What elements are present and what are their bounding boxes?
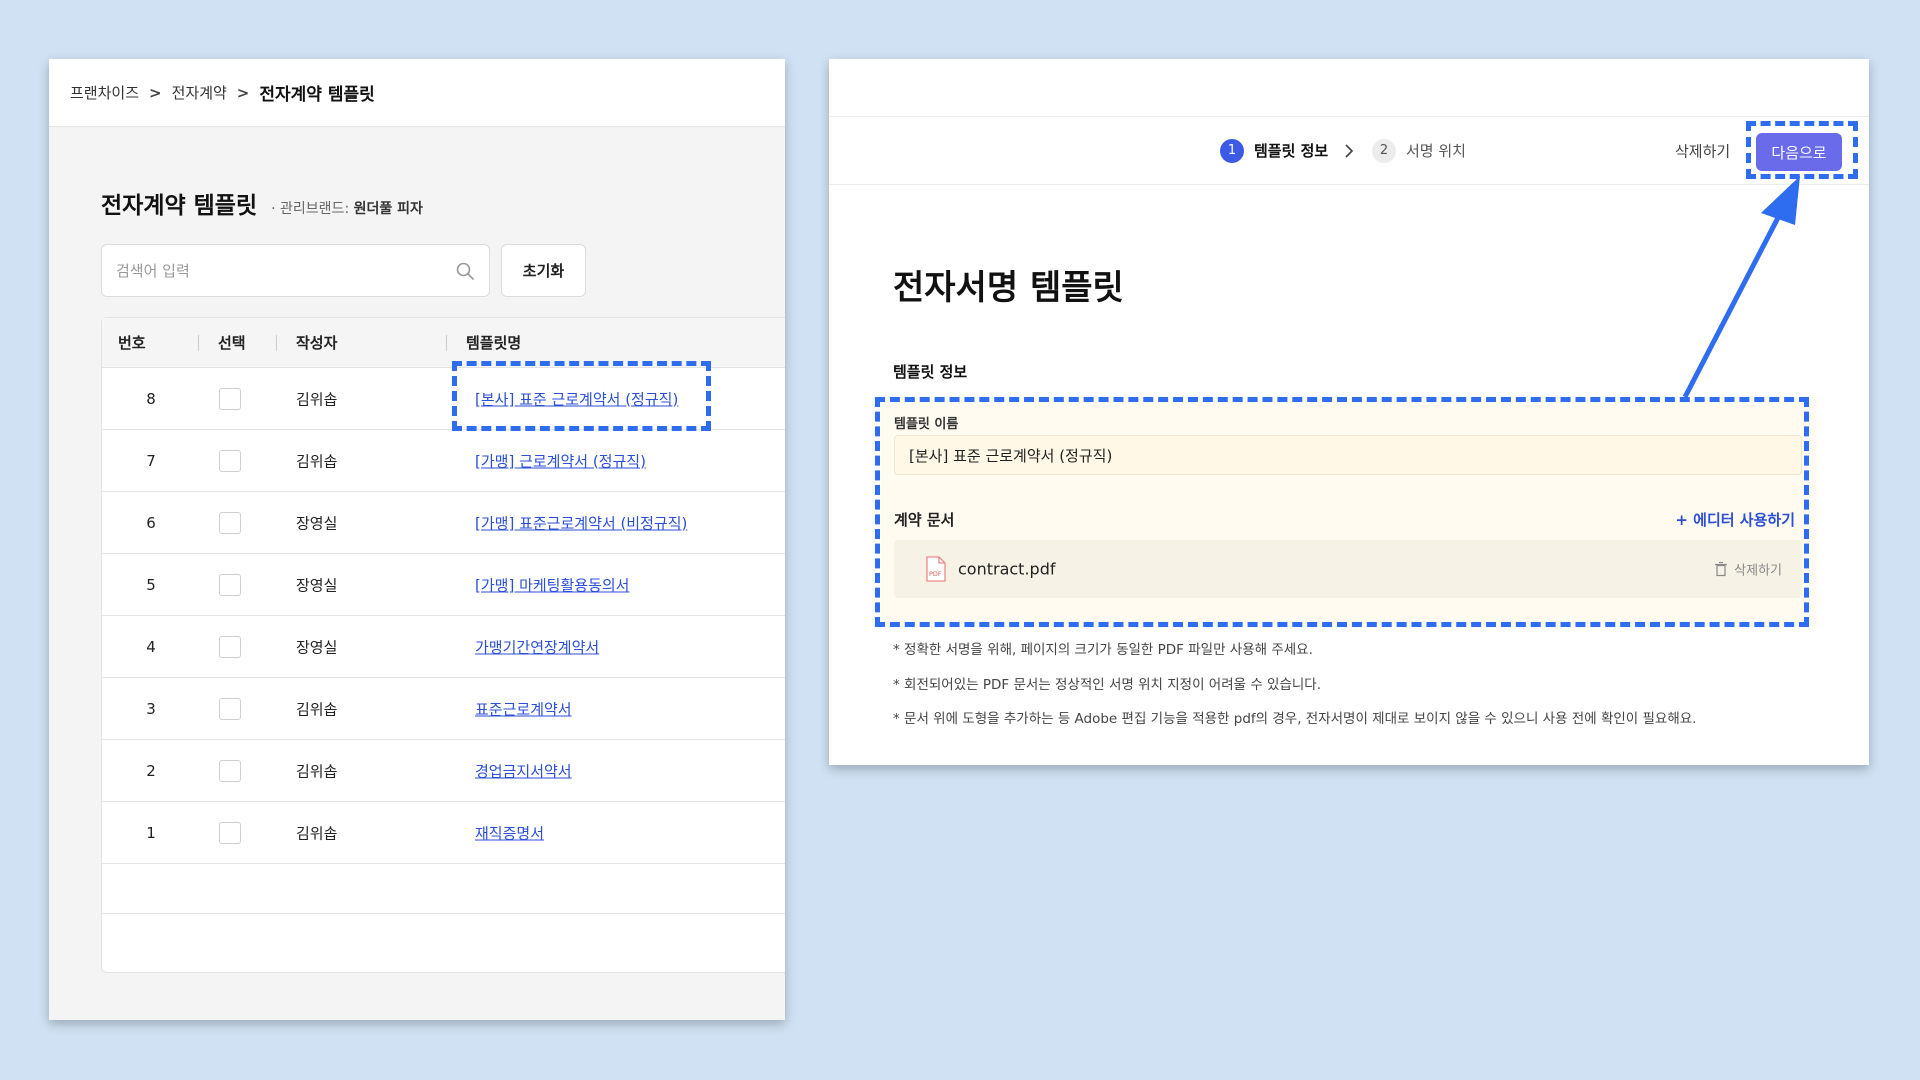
template-table: 번호 선택 작성자 템플릿명 8 김위솝 [본사] 표준 근로계약서 (정규직)… [101, 317, 785, 973]
step-number: 1 [1220, 138, 1244, 163]
search-input[interactable] [116, 261, 455, 280]
step-label: 템플릿 정보 [1254, 142, 1329, 160]
row-author: 장영실 [296, 638, 338, 656]
row-author: 장영실 [296, 576, 338, 594]
row-number: 3 [146, 699, 156, 718]
row-checkbox[interactable] [219, 573, 241, 596]
row-template-link[interactable]: 표준근로계약서 [475, 698, 572, 719]
row-template-link[interactable]: [가맹] 표준근로계약서 (비정규직) [475, 512, 687, 533]
table-row[interactable]: 4 장영실 가맹기간연장계약서 [102, 616, 785, 678]
row-checkbox[interactable] [219, 635, 241, 658]
delete-button[interactable]: 삭제하기 [1675, 140, 1730, 161]
top-band [829, 59, 1869, 117]
table-row-empty [102, 864, 785, 914]
managed-brand: · 관리브랜드: 원더풀 피자 [271, 198, 423, 218]
row-checkbox[interactable] [219, 821, 241, 844]
pdf-file-icon: PDF [926, 556, 946, 582]
section-label: 템플릿 정보 [893, 363, 968, 381]
breadcrumb-franchise[interactable]: 프랜차이즈 [70, 82, 139, 103]
template-editor-panel: 1 템플릿 정보 2 서명 위치 삭제하기 다음으로 전자서명 템플릿 템플릿 … [829, 59, 1869, 765]
use-editor-link[interactable]: + 에디터 사용하기 [1675, 509, 1795, 530]
header-divider [446, 335, 447, 351]
row-template-link[interactable]: 가맹기간연장계약서 [475, 636, 599, 657]
step-number: 2 [1372, 138, 1396, 163]
row-author: 김위솝 [296, 452, 338, 470]
row-template-link[interactable]: [본사] 표준 근로계약서 (정규직) [475, 388, 678, 409]
stepper-bar: 1 템플릿 정보 2 서명 위치 삭제하기 다음으로 [829, 117, 1869, 185]
step-template-info[interactable]: 1 템플릿 정보 [1220, 138, 1329, 163]
row-checkbox[interactable] [219, 511, 241, 534]
row-template-link[interactable]: 재직증명서 [475, 822, 544, 843]
table-row[interactable]: 7 김위솝 [가맹] 근로계약서 (정규직) [102, 430, 785, 492]
row-template-link[interactable]: [가맹] 마케팅활용동의서 [475, 574, 629, 595]
row-number: 7 [146, 451, 156, 470]
attached-file: PDF contract.pdf 삭제하기 [894, 540, 1802, 598]
row-checkbox[interactable] [219, 387, 241, 410]
row-author: 김위솝 [296, 700, 338, 718]
table-row[interactable]: 5 장영실 [가맹] 마케팅활용동의서 [102, 554, 785, 616]
template-name-label: 템플릿 이름 [894, 417, 959, 432]
file-name: contract.pdf [958, 559, 1056, 579]
row-template-link[interactable]: 경업금지서약서 [475, 760, 572, 781]
row-number: 8 [146, 389, 156, 408]
page-title: 전자계약 템플릿 [101, 193, 258, 219]
table-row[interactable]: 1 김위솝 재직증명서 [102, 802, 785, 864]
breadcrumb-e-contract[interactable]: 전자계약 [172, 82, 227, 103]
row-number: 1 [146, 823, 156, 842]
breadcrumb-current: 전자계약 템플릿 [259, 85, 375, 105]
table-row[interactable]: 2 김위솝 경업금지서약서 [102, 740, 785, 802]
row-template-link[interactable]: [가맹] 근로계약서 (정규직) [475, 450, 646, 471]
header-divider [276, 335, 277, 351]
column-header-number: 번호 [118, 334, 146, 352]
row-number: 5 [146, 575, 156, 594]
svg-text:PDF: PDF [929, 570, 942, 578]
column-header-select: 선택 [218, 334, 246, 352]
row-number: 4 [146, 637, 156, 656]
template-list-panel: 프랜차이즈 > 전자계약 > 전자계약 템플릿 전자계약 템플릿 · 관리브랜드… [49, 59, 785, 1020]
table-row[interactable]: 3 김위솝 표준근로계약서 [102, 678, 785, 740]
table-row[interactable]: 8 김위솝 [본사] 표준 근로계약서 (정규직) [102, 368, 785, 430]
row-author: 김위솝 [296, 824, 338, 842]
table-body: 8 김위솝 [본사] 표준 근로계약서 (정규직) 7 김위솝 [가맹] 근로계… [102, 368, 785, 914]
step-label: 서명 위치 [1406, 142, 1466, 160]
breadcrumb-separator: > [149, 83, 162, 102]
step-signature-position[interactable]: 2 서명 위치 [1372, 138, 1466, 163]
note-item: * 회전되어있는 PDF 문서는 정상적인 서명 위치 지정이 어려울 수 있습… [893, 676, 1322, 693]
file-delete-label: 삭제하기 [1734, 563, 1782, 579]
row-number: 6 [146, 513, 156, 532]
breadcrumb-separator: > [236, 83, 250, 102]
row-checkbox[interactable] [219, 697, 241, 720]
contract-document-label: 계약 문서 [894, 511, 955, 529]
table-header: 번호 선택 작성자 템플릿명 [102, 318, 785, 368]
chevron-right-icon [1345, 143, 1354, 158]
table-row[interactable]: 6 장영실 [가맹] 표준근로계약서 (비정규직) [102, 492, 785, 554]
next-button[interactable]: 다음으로 [1756, 133, 1842, 171]
row-author: 김위솝 [296, 390, 338, 408]
managed-brand-prefix: · 관리브랜드: [271, 201, 354, 217]
note-item: * 문서 위에 도형을 추가하는 등 Adobe 편집 기능을 적용한 pdf의… [893, 711, 1697, 727]
row-number: 2 [146, 761, 156, 780]
column-header-author: 작성자 [296, 334, 338, 352]
header-divider [198, 335, 199, 351]
template-form: 템플릿 이름 [본사] 표준 근로계약서 (정규직) 계약 문서 + 에디터 사… [881, 399, 1817, 624]
page-heading: 전자계약 템플릿 · 관리브랜드: 원더풀 피자 [101, 186, 423, 220]
breadcrumb: 프랜차이즈 > 전자계약 > 전자계약 템플릿 [49, 59, 785, 127]
note-item: * 정확한 서명을 위해, 페이지의 크기가 동일한 PDF 파일만 사용해 주… [893, 642, 1313, 658]
search-box [101, 244, 490, 297]
row-author: 김위솝 [296, 762, 338, 780]
trash-icon [1715, 561, 1728, 577]
reset-button[interactable]: 초기화 [501, 244, 586, 297]
file-delete-button[interactable]: 삭제하기 [1714, 560, 1782, 579]
page-title: 전자서명 템플릿 [893, 268, 1124, 308]
notes: * 정확한 서명을 위해, 페이지의 크기가 동일한 PDF 파일만 사용해 주… [893, 633, 1696, 737]
row-checkbox[interactable] [219, 449, 241, 472]
template-name-input[interactable]: [본사] 표준 근로계약서 (정규직) [894, 435, 1802, 475]
search-icon[interactable] [455, 261, 475, 281]
managed-brand-name: 원더풀 피자 [353, 201, 423, 217]
column-header-template-name: 템플릿명 [466, 334, 522, 352]
row-author: 장영실 [296, 514, 338, 532]
row-checkbox[interactable] [219, 759, 241, 782]
